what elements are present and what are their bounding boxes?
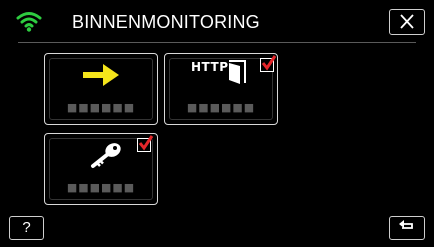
close-icon	[400, 14, 414, 29]
header-bar: BINNENMONITORING	[0, 0, 434, 42]
key-icon	[91, 143, 121, 168]
arrow-option-tile[interactable]: ■■■■■■	[44, 53, 158, 125]
header-divider	[18, 42, 416, 43]
wifi-icon	[16, 10, 42, 32]
checkmark-icon	[138, 135, 154, 151]
http-icon-text: HTTP	[191, 60, 229, 74]
http-door-icon	[229, 60, 246, 84]
http-option-tile[interactable]: HTTP ■■■■■■	[164, 53, 278, 125]
checkbox-checked	[137, 135, 154, 152]
checkbox-checked	[260, 55, 277, 72]
tile-label: ■■■■■■	[186, 101, 256, 114]
tile-label: ■■■■■■	[66, 181, 136, 194]
return-icon	[399, 220, 413, 229]
back-button[interactable]	[389, 216, 425, 240]
page-title: BINNENMONITORING	[72, 12, 260, 32]
checkmark-icon	[261, 55, 277, 71]
key-option-tile[interactable]: ■■■■■■	[44, 133, 158, 205]
close-button[interactable]	[389, 9, 425, 35]
arrow-right-icon	[83, 64, 119, 86]
help-button[interactable]: ?	[9, 216, 44, 240]
tile-label: ■■■■■■	[66, 101, 136, 114]
